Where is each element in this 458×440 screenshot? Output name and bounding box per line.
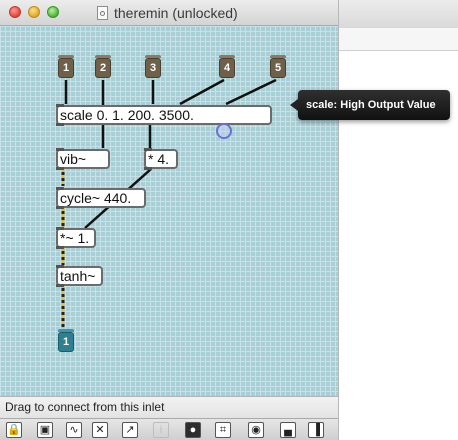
background-window bbox=[338, 0, 458, 440]
inlet-tooltip: scale: High Output Value bbox=[290, 90, 450, 120]
presentation-icon[interactable]: ▣ bbox=[37, 422, 53, 438]
lock-icon[interactable]: 🔒 bbox=[6, 422, 22, 438]
delete-icon[interactable]: ✕ bbox=[92, 422, 108, 438]
bottom-toolbar: 🔒 ▣ ∿ ✕ ↗ i ● ⌗ ◉ ▄ ▐ bbox=[0, 418, 338, 440]
background-window-toolbar bbox=[339, 0, 458, 29]
split-view-icon[interactable]: ▄ bbox=[280, 422, 296, 438]
patch-cords bbox=[61, 78, 277, 328]
patcher-canvas[interactable]: 1 2 3 4 5 scale 0. 1. 200. 3500. vib~ * … bbox=[0, 26, 450, 396]
grid-icon[interactable]: ⌗ bbox=[215, 422, 231, 438]
vib-object[interactable]: vib~ bbox=[56, 148, 110, 170]
cycle-object[interactable]: cycle~ 440. bbox=[56, 187, 146, 209]
status-bar: Drag to connect from this inlet bbox=[0, 396, 338, 418]
inlet-5[interactable]: 5 bbox=[270, 55, 286, 78]
zoom-button[interactable] bbox=[47, 6, 59, 18]
patcher-window: theremin (unlocked) 1 2 3 4 5 scale 0. 1… bbox=[0, 0, 450, 440]
window-title: theremin (unlocked) bbox=[114, 5, 238, 21]
cord-in4-scale bbox=[179, 78, 225, 106]
inlet-1[interactable]: 1 bbox=[58, 55, 74, 78]
tanh-object[interactable]: tanh~ bbox=[56, 265, 103, 287]
document-icon[interactable] bbox=[97, 6, 108, 20]
inlet-4[interactable]: 4 bbox=[219, 55, 235, 78]
snap-icon[interactable]: ◉ bbox=[248, 422, 264, 438]
inlet-2[interactable]: 2 bbox=[95, 55, 111, 78]
minimize-button[interactable] bbox=[28, 6, 40, 18]
inlet-3[interactable]: 3 bbox=[145, 55, 161, 78]
new-object-icon[interactable]: ↗ bbox=[122, 422, 138, 438]
inlet-hover-indicator[interactable] bbox=[216, 123, 232, 139]
background-window-header bbox=[339, 28, 458, 51]
scale-object[interactable]: scale 0. 1. 200. 3500. bbox=[56, 104, 272, 126]
title-bar[interactable]: theremin (unlocked) bbox=[0, 0, 338, 26]
patch-cords-icon[interactable]: ∿ bbox=[66, 422, 82, 438]
align-icon[interactable]: ● bbox=[185, 422, 201, 438]
cord-in5-scale bbox=[225, 78, 277, 106]
multiply-object[interactable]: * 4. bbox=[144, 148, 178, 170]
sidebar-icon[interactable]: ▐ bbox=[308, 422, 324, 438]
outlet-1[interactable]: 1 bbox=[58, 329, 74, 352]
signal-multiply-object[interactable]: *~ 1. bbox=[56, 227, 96, 249]
close-button[interactable] bbox=[9, 6, 21, 18]
inspector-icon: i bbox=[153, 422, 169, 438]
